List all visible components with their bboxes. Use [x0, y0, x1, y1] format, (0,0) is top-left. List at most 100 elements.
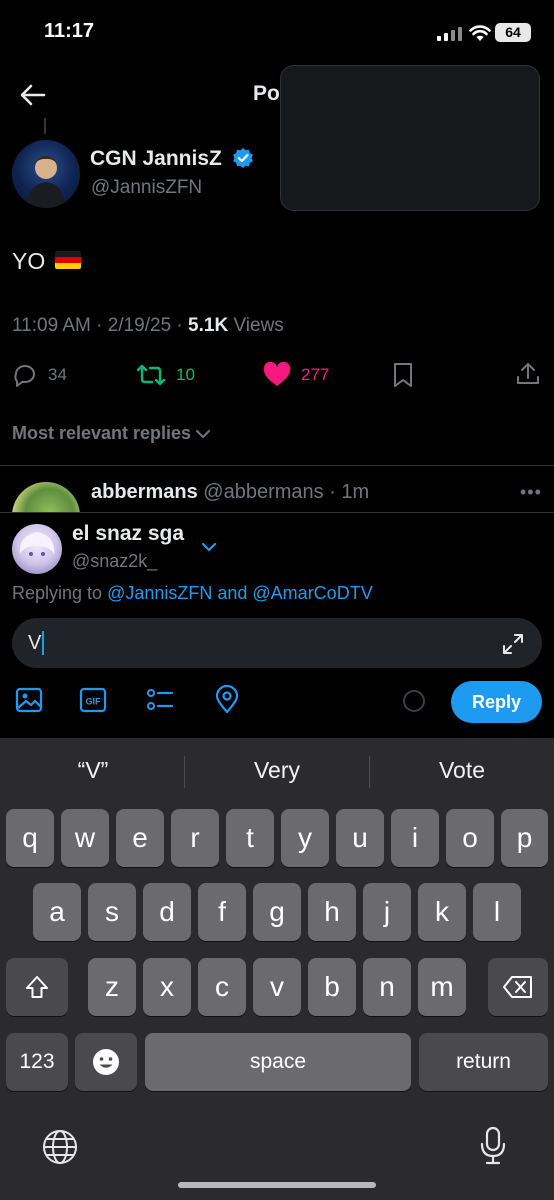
- key-z[interactable]: z: [88, 958, 136, 1016]
- key-h[interactable]: h: [308, 883, 356, 941]
- shift-key[interactable]: [6, 958, 68, 1016]
- home-indicator: [178, 1182, 376, 1188]
- replies-sort-dropdown[interactable]: Most relevant replies: [12, 423, 211, 444]
- key-g[interactable]: g: [253, 883, 301, 941]
- key-o[interactable]: o: [446, 809, 494, 867]
- poll-icon[interactable]: [145, 685, 175, 715]
- numbers-key[interactable]: 123: [6, 1033, 68, 1091]
- wifi-icon: [469, 25, 491, 41]
- suggestion-divider: [184, 756, 185, 788]
- key-s[interactable]: s: [88, 883, 136, 941]
- key-l[interactable]: l: [473, 883, 521, 941]
- microphone-icon[interactable]: [478, 1126, 508, 1166]
- globe-icon[interactable]: [41, 1128, 79, 1166]
- key-k[interactable]: k: [418, 883, 466, 941]
- author-name[interactable]: CGN JannisZ: [90, 147, 222, 171]
- german-flag-icon: [55, 251, 81, 269]
- like-count: 277: [301, 365, 330, 384]
- key-v[interactable]: v: [253, 958, 301, 1016]
- character-count-ring: [403, 690, 425, 712]
- like-action-button[interactable]: 277: [263, 362, 329, 388]
- key-f[interactable]: f: [198, 883, 246, 941]
- emoji-icon: [93, 1049, 119, 1075]
- views-label: Views: [228, 315, 284, 336]
- key-n[interactable]: n: [363, 958, 411, 1016]
- bookmark-icon[interactable]: [391, 362, 415, 388]
- key-w[interactable]: w: [61, 809, 109, 867]
- key-i[interactable]: i: [391, 809, 439, 867]
- battery-indicator: 64: [495, 23, 531, 42]
- reply-author-name: abbermans: [91, 481, 198, 503]
- thread-line: [44, 118, 46, 134]
- expand-icon[interactable]: [502, 633, 524, 655]
- status-time: 11:17: [44, 20, 95, 42]
- avatar-anime-icon: [19, 532, 55, 556]
- key-m[interactable]: m: [418, 958, 466, 1016]
- return-key[interactable]: return: [419, 1033, 548, 1091]
- suggestion-3[interactable]: Vote: [377, 757, 547, 784]
- backspace-icon: [503, 976, 532, 998]
- reply-input[interactable]: V: [12, 618, 542, 668]
- key-t[interactable]: t: [226, 809, 274, 867]
- shift-arrow-icon: [26, 976, 48, 998]
- author-avatar[interactable]: [12, 140, 80, 208]
- replying-prefix: Replying to: [12, 583, 108, 603]
- cellular-signal-icon: [437, 27, 462, 41]
- back-arrow-icon[interactable]: [18, 80, 48, 110]
- verified-badge-icon: [233, 148, 253, 168]
- key-b[interactable]: b: [308, 958, 356, 1016]
- mention-link-2[interactable]: @AmarCoDTV: [252, 583, 372, 603]
- suggestion-divider: [369, 756, 370, 788]
- reply-author[interactable]: abbermans @abbermans · 1m: [91, 481, 369, 504]
- key-e[interactable]: e: [116, 809, 164, 867]
- space-key[interactable]: space: [145, 1033, 411, 1091]
- suggestion-1[interactable]: “V”: [8, 757, 178, 784]
- more-options-icon[interactable]: •••: [520, 482, 542, 503]
- avatar-figure-icon: [26, 156, 66, 208]
- composer-handle: @snaz2k_: [72, 551, 158, 571]
- svg-text:GIF: GIF: [86, 697, 102, 707]
- key-r[interactable]: r: [171, 809, 219, 867]
- key-q[interactable]: q: [6, 809, 54, 867]
- mention-joiner: and: [212, 583, 253, 603]
- key-c[interactable]: c: [198, 958, 246, 1016]
- key-a[interactable]: a: [33, 883, 81, 941]
- comment-icon: [14, 365, 35, 387]
- key-y[interactable]: y: [281, 809, 329, 867]
- image-icon[interactable]: [14, 685, 44, 715]
- account-switch-chevron-icon[interactable]: [200, 540, 218, 554]
- reply-submit-button[interactable]: Reply: [451, 681, 542, 723]
- key-x[interactable]: x: [143, 958, 191, 1016]
- key-j[interactable]: j: [363, 883, 411, 941]
- reply-author-handle: @abbermans · 1m: [197, 481, 370, 503]
- suggestion-2[interactable]: Very: [192, 757, 362, 784]
- tweet-meta: 11:09 AM · 2/19/25 · 5.1K Views: [12, 315, 284, 337]
- popup-overlay: [280, 65, 540, 211]
- mention-link-1[interactable]: @JannisZFN: [107, 583, 212, 603]
- chevron-down-icon: [196, 429, 211, 438]
- location-pin-icon[interactable]: [212, 685, 242, 715]
- key-u[interactable]: u: [336, 809, 384, 867]
- composer-avatar[interactable]: [12, 524, 62, 574]
- key-p[interactable]: p: [501, 809, 548, 867]
- replying-to-line: Replying to @JannisZFN and @AmarCoDTV: [12, 583, 373, 604]
- replies-sort-label: Most relevant replies: [12, 423, 192, 443]
- retweet-action-button[interactable]: 10: [136, 362, 195, 388]
- views-count: 5.1K: [188, 315, 229, 336]
- emoji-key[interactable]: [75, 1033, 137, 1091]
- reply-count: 34: [48, 365, 67, 384]
- gif-icon[interactable]: GIF: [78, 685, 108, 715]
- timestamp: 11:09 AM · 2/19/25 ·: [12, 315, 189, 336]
- reply-input-value: V: [28, 631, 42, 654]
- page-title: Post: [253, 82, 283, 105]
- heart-icon: [263, 362, 291, 386]
- author-handle[interactable]: @JannisZFN: [91, 177, 202, 199]
- reply-action-button[interactable]: 34: [12, 362, 67, 388]
- retweet-icon: [136, 364, 166, 386]
- key-d[interactable]: d: [143, 883, 191, 941]
- text-caret: [42, 631, 45, 655]
- composer-name: el snaz sga: [72, 522, 185, 545]
- backspace-key[interactable]: [488, 958, 548, 1016]
- retweet-count: 10: [176, 365, 195, 384]
- share-icon[interactable]: [515, 361, 541, 387]
